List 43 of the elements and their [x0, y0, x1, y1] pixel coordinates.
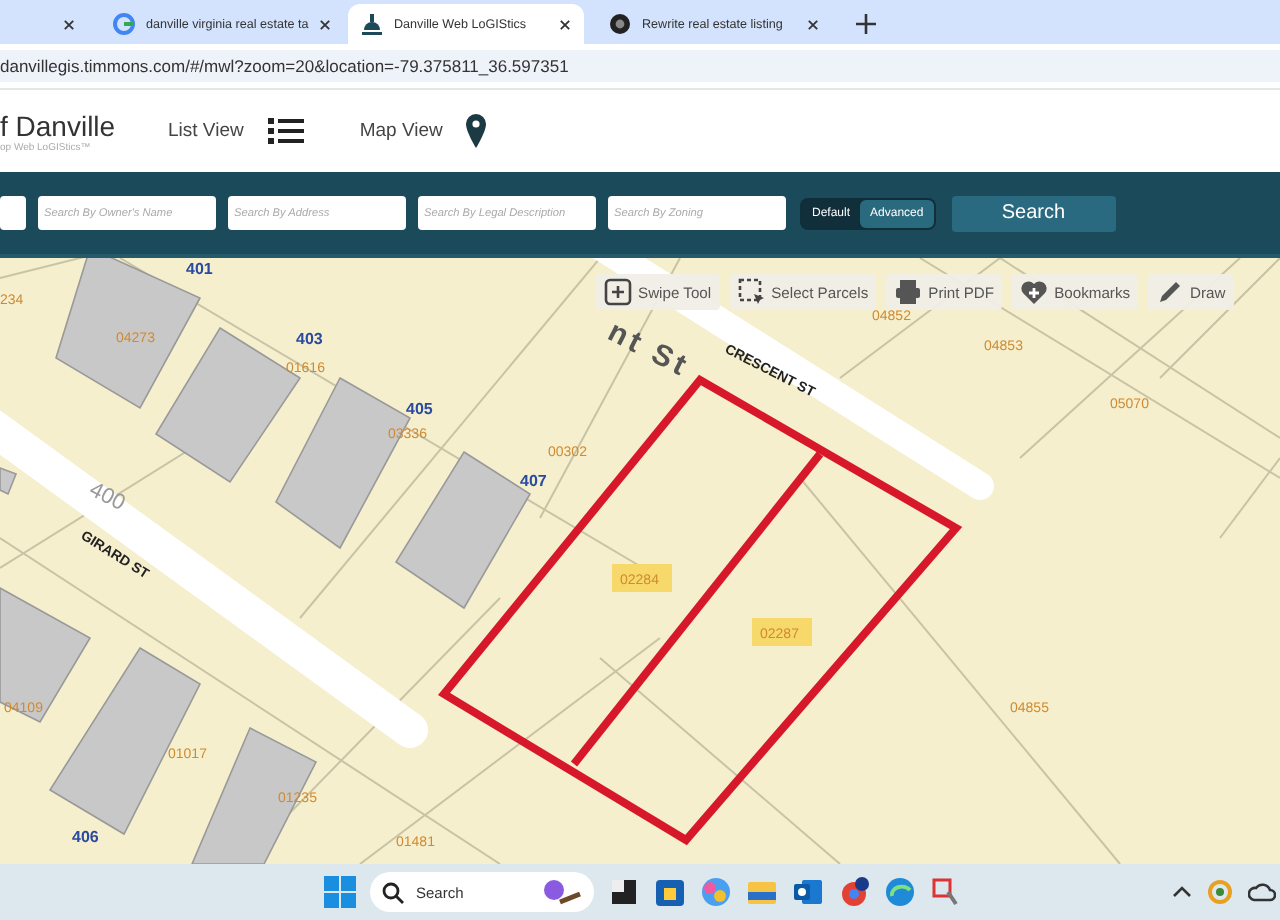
snipping-icon[interactable] — [930, 876, 962, 908]
house-number: 403 — [296, 330, 323, 348]
street-label: nt St — [602, 314, 695, 385]
search-field[interactable] — [0, 196, 26, 230]
dome-icon — [360, 12, 384, 36]
mail-app-icon[interactable] — [792, 876, 824, 908]
wave-circle-icon[interactable] — [884, 876, 916, 908]
list-icon[interactable] — [267, 116, 304, 146]
printer-icon — [894, 278, 923, 306]
building — [0, 466, 18, 496]
cloud-icon[interactable] — [1248, 880, 1276, 904]
windows-start-icon[interactable] — [324, 876, 356, 908]
close-icon[interactable] — [806, 17, 820, 31]
search-button[interactable]: Search — [951, 195, 1116, 231]
close-icon[interactable] — [318, 17, 333, 31]
selection-icon — [737, 278, 766, 306]
search-icon — [382, 881, 404, 903]
store-icon[interactable] — [654, 876, 686, 908]
plus-icon[interactable] — [856, 14, 876, 34]
close-icon[interactable] — [62, 17, 76, 31]
map-pin-icon[interactable] — [466, 114, 487, 148]
block-number: 400 — [85, 477, 129, 516]
close-icon[interactable] — [558, 17, 572, 31]
chevron-up-icon[interactable] — [1172, 884, 1192, 900]
colorful-circle-icon[interactable] — [700, 876, 732, 908]
address-field[interactable]: danvillegis.timmons.com/#/mwl?zoom=20&location=-79.375811_36.597351 — [0, 50, 1280, 82]
house-number: 405 — [406, 400, 433, 418]
heart-plus-icon — [1020, 278, 1049, 306]
ring-icon — [112, 12, 136, 36]
house-number: 407 — [520, 472, 547, 490]
sync-icon[interactable] — [1206, 878, 1234, 906]
nav-link[interactable]: Map View — [359, 120, 443, 142]
site-title: f Danville — [0, 109, 112, 141]
task-view-icon[interactable] — [608, 876, 640, 908]
browser-icon[interactable] — [838, 876, 870, 908]
nav-link[interactable]: List View — [168, 120, 244, 142]
house-number: 406 — [72, 828, 99, 846]
circle-icon — [608, 12, 632, 36]
plus-square-icon — [604, 278, 632, 306]
house-number: 401 — [186, 260, 213, 278]
folder-icon[interactable] — [746, 876, 778, 908]
pencil-icon — [1156, 278, 1185, 306]
search-highlight-icon — [542, 878, 582, 906]
